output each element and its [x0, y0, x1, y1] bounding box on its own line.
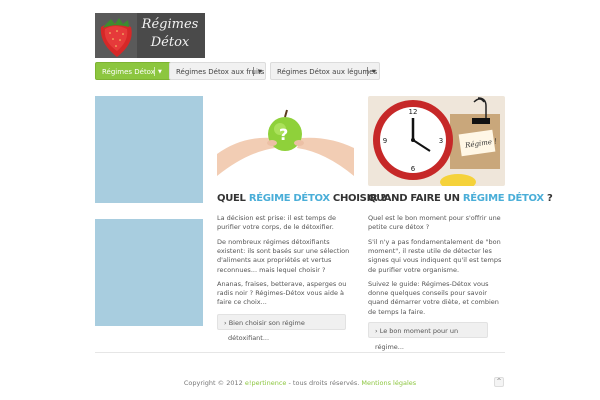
svg-text:9: 9 — [383, 137, 387, 145]
chevron-up-icon: ^ — [496, 378, 502, 385]
link-label: Bien choisir son régime — [228, 319, 305, 327]
sidebar-placeholder-top — [95, 96, 203, 203]
card1-paragraph-2: De nombreux régimes détoxifiants existen… — [217, 238, 350, 274]
card1-paragraph-3: Ananas, fraises, betterave, asperges ou … — [217, 280, 347, 307]
sidebar-placeholder-bottom — [95, 219, 203, 326]
title-highlight: régime détox — [248, 193, 330, 204]
chevron-right-icon: › — [375, 327, 378, 335]
card2-paragraph-1: Quel est le bon moment pour s'offrir une… — [368, 214, 501, 232]
caret-down-icon: ▼ — [158, 69, 162, 75]
right-moment-link[interactable]: › Le bon moment pour un régime... — [368, 322, 488, 351]
nav-separator — [253, 67, 254, 76]
clock-illustration: Régime ! 12369 — [368, 96, 505, 186]
footer: Copyright © 2012 e!pertinence - tous dro… — [95, 379, 505, 387]
choose-regime-link-continued[interactable]: détoxifiant... — [228, 334, 348, 343]
card-title-when: Quand faire un régime détox ? — [368, 193, 553, 204]
legal-notice-link[interactable]: Mentions légales — [361, 379, 416, 387]
apple-hands-image[interactable]: ? — [217, 96, 354, 186]
choose-regime-link[interactable]: › Bien choisir son régime — [217, 314, 346, 330]
logo-text: Régimes Détox — [137, 16, 203, 52]
card2-paragraph-2: S'il n'y a pas fondamentalement de "bon … — [368, 238, 502, 274]
caret-down-icon: ▼ — [258, 69, 262, 75]
card-title-choose: Quel régime détox choisir ? — [217, 193, 386, 204]
nav-item-label: Régimes Détox — [102, 68, 155, 76]
title-highlight: régime détox — [462, 193, 544, 204]
svg-text:?: ? — [279, 125, 288, 144]
back-to-top-button[interactable]: ^ — [494, 377, 504, 387]
copyright-text: Copyright © 2012 — [183, 379, 245, 387]
clock-image[interactable]: Régime ! 12 3 6 9 — [368, 96, 505, 186]
logo-line-2: Détox — [150, 35, 190, 50]
company-link[interactable]: e!pertinence — [245, 379, 287, 387]
svg-text:3: 3 — [439, 137, 443, 145]
title-part: ? — [543, 193, 553, 204]
title-part: Quel — [217, 193, 249, 204]
rights-text: - tous droits réservés. — [286, 379, 362, 387]
footer-divider — [95, 352, 505, 353]
card1-paragraph-1: La décision est prise: il est temps de p… — [217, 214, 337, 232]
nav-separator — [154, 67, 155, 76]
nav-item-legumes[interactable]: Régimes Détox aux légumes ▼ — [270, 62, 380, 80]
nav-item-label: Régimes Détox aux fruits — [176, 68, 265, 76]
strawberry-image — [95, 13, 137, 58]
title-part: Quand faire un — [368, 193, 463, 204]
nav-item-label: Régimes Détox aux légumes — [277, 68, 378, 76]
link-label: Le bon moment pour un régime... — [375, 327, 459, 351]
chevron-right-icon: › — [224, 319, 227, 327]
nav-item-fruits[interactable]: Régimes Détox aux fruits ▼ — [169, 62, 266, 80]
logo-line-1: Régimes — [141, 17, 199, 32]
apple-illustration: ? — [217, 96, 354, 186]
card2-paragraph-3: Suivez le guide: Régimes-Détox vous donn… — [368, 280, 499, 316]
svg-text:6: 6 — [411, 165, 416, 173]
nav-separator — [367, 67, 368, 76]
caret-down-icon: ▼ — [372, 69, 376, 75]
site-logo[interactable]: Régimes Détox — [95, 13, 205, 58]
svg-text:12: 12 — [409, 108, 418, 116]
